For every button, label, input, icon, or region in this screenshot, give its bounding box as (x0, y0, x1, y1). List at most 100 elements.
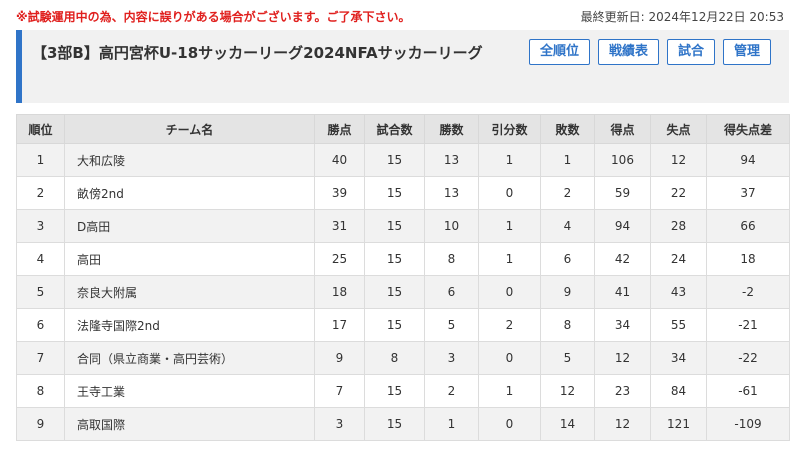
match-button[interactable]: 試合 (666, 39, 715, 65)
draws-cell: 0 (478, 275, 541, 309)
table-row: 1 大和広陵 40 15 13 1 1 106 12 94 (16, 143, 790, 177)
draws-cell: 1 (478, 242, 541, 276)
played-cell: 8 (364, 341, 425, 375)
losses-cell: 4 (540, 209, 595, 243)
played-cell: 15 (364, 242, 425, 276)
team-name-cell: 大和広陵 (64, 143, 315, 177)
team-name-cell: 高取国際 (64, 407, 315, 441)
table-row: 4 高田 25 15 8 1 6 42 24 18 (16, 242, 790, 276)
table-row: 3 D高田 31 15 10 1 4 94 28 66 (16, 209, 790, 243)
table-row: 7 合同（県立商業・高円芸術） 9 8 3 0 5 12 34 -22 (16, 341, 790, 375)
played-cell: 15 (364, 143, 425, 177)
played-cell: 15 (364, 209, 425, 243)
wins-cell: 1 (424, 407, 479, 441)
league-title: 【3部B】高円宮杯U-18サッカーリーグ2024NFAサッカーリーグ (32, 44, 483, 62)
goal-difference-cell: -61 (706, 374, 790, 408)
all-rank-button[interactable]: 全順位 (528, 39, 590, 65)
team-name-cell: 高田 (64, 242, 315, 276)
goals-against-cell: 28 (650, 209, 707, 243)
rank-cell: 6 (16, 308, 65, 342)
wins-cell: 10 (424, 209, 479, 243)
rank-cell: 5 (16, 275, 65, 309)
draws-cell: 0 (478, 176, 541, 210)
last-updated: 最終更新日: 2024年12月22日 20:53 (580, 9, 784, 24)
points-cell: 3 (314, 407, 365, 441)
header-points: 勝点 (314, 114, 365, 144)
wins-cell: 13 (424, 176, 479, 210)
standings-page: ※試験運用中の為、内容に誤りがある場合がございます。ご了承下さい。 最終更新日:… (0, 0, 797, 451)
rank-cell: 8 (16, 374, 65, 408)
goals-for-cell: 106 (594, 143, 651, 177)
goals-for-cell: 34 (594, 308, 651, 342)
played-cell: 15 (364, 374, 425, 408)
goals-for-cell: 94 (594, 209, 651, 243)
draws-cell: 1 (478, 209, 541, 243)
table-row: 6 法隆寺国際2nd 17 15 5 2 8 34 55 -21 (16, 308, 790, 342)
points-cell: 25 (314, 242, 365, 276)
losses-cell: 2 (540, 176, 595, 210)
goals-against-cell: 22 (650, 176, 707, 210)
table-header-row: 順位 チーム名 勝点 試合数 勝数 引分数 敗数 得点 失点 得失点差 (16, 114, 790, 144)
points-cell: 18 (314, 275, 365, 309)
team-name-cell: 畝傍2nd (64, 176, 315, 210)
team-name-cell: 王寺工業 (64, 374, 315, 408)
losses-cell: 14 (540, 407, 595, 441)
header-draws: 引分数 (478, 114, 541, 144)
goals-against-cell: 121 (650, 407, 707, 441)
played-cell: 15 (364, 275, 425, 309)
losses-cell: 5 (540, 341, 595, 375)
losses-cell: 9 (540, 275, 595, 309)
rank-cell: 3 (16, 209, 65, 243)
points-cell: 40 (314, 143, 365, 177)
goals-for-cell: 23 (594, 374, 651, 408)
top-bar: ※試験運用中の為、内容に誤りがある場合がございます。ご了承下さい。 最終更新日:… (16, 6, 784, 26)
losses-cell: 12 (540, 374, 595, 408)
goals-against-cell: 84 (650, 374, 707, 408)
header-goals-for: 得点 (594, 114, 651, 144)
goals-against-cell: 12 (650, 143, 707, 177)
standings-table-wrap: 順位 チーム名 勝点 試合数 勝数 引分数 敗数 得点 失点 得失点差 1 大和… (16, 114, 790, 441)
played-cell: 15 (364, 407, 425, 441)
points-cell: 39 (314, 176, 365, 210)
standings-table: 順位 チーム名 勝点 試合数 勝数 引分数 敗数 得点 失点 得失点差 1 大和… (16, 114, 790, 441)
goal-difference-cell: -109 (706, 407, 790, 441)
record-table-button[interactable]: 戦績表 (597, 39, 659, 65)
goal-difference-cell: -2 (706, 275, 790, 309)
nav-buttons: 全順位 戦績表 試合 管理 (528, 39, 771, 65)
points-cell: 31 (314, 209, 365, 243)
team-name-cell: 合同（県立商業・高円芸術） (64, 341, 315, 375)
goals-against-cell: 24 (650, 242, 707, 276)
wins-cell: 6 (424, 275, 479, 309)
goals-for-cell: 12 (594, 341, 651, 375)
goals-for-cell: 42 (594, 242, 651, 276)
wins-cell: 8 (424, 242, 479, 276)
losses-cell: 1 (540, 143, 595, 177)
header-team: チーム名 (64, 114, 315, 144)
goals-against-cell: 43 (650, 275, 707, 309)
goal-difference-cell: 18 (706, 242, 790, 276)
rank-cell: 4 (16, 242, 65, 276)
header-goal-difference: 得失点差 (706, 114, 790, 144)
points-cell: 17 (314, 308, 365, 342)
losses-cell: 6 (540, 242, 595, 276)
team-name-cell: 法隆寺国際2nd (64, 308, 315, 342)
team-name-cell: 奈良大附属 (64, 275, 315, 309)
draws-cell: 2 (478, 308, 541, 342)
goal-difference-cell: -21 (706, 308, 790, 342)
goals-for-cell: 12 (594, 407, 651, 441)
rank-cell: 1 (16, 143, 65, 177)
points-cell: 9 (314, 341, 365, 375)
draws-cell: 0 (478, 407, 541, 441)
admin-button[interactable]: 管理 (722, 39, 771, 65)
goals-against-cell: 34 (650, 341, 707, 375)
played-cell: 15 (364, 176, 425, 210)
goals-against-cell: 55 (650, 308, 707, 342)
played-cell: 15 (364, 308, 425, 342)
header-rank: 順位 (16, 114, 65, 144)
goal-difference-cell: 66 (706, 209, 790, 243)
goal-difference-cell: 94 (706, 143, 790, 177)
wins-cell: 13 (424, 143, 479, 177)
losses-cell: 8 (540, 308, 595, 342)
draws-cell: 0 (478, 341, 541, 375)
table-row: 8 王寺工業 7 15 2 1 12 23 84 -61 (16, 374, 790, 408)
